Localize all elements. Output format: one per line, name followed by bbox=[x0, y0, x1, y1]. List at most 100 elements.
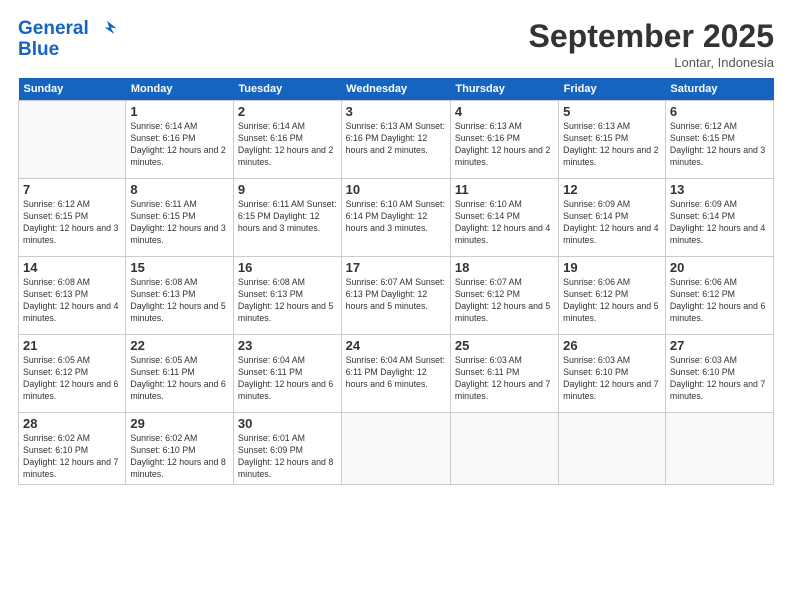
day-number: 22 bbox=[130, 338, 229, 353]
day-number: 4 bbox=[455, 104, 554, 119]
location: Lontar, Indonesia bbox=[529, 55, 774, 70]
day-number: 16 bbox=[238, 260, 337, 275]
day-number: 12 bbox=[563, 182, 661, 197]
day-info: Sunrise: 6:05 AM Sunset: 6:12 PM Dayligh… bbox=[23, 355, 121, 403]
column-header-sunday: Sunday bbox=[19, 78, 126, 101]
day-info: Sunrise: 6:10 AM Sunset: 6:14 PM Dayligh… bbox=[346, 199, 446, 235]
calendar-cell: 6 Sunrise: 6:12 AM Sunset: 6:15 PM Daylig… bbox=[665, 101, 773, 179]
week-row-1: 1 Sunrise: 6:14 AM Sunset: 6:16 PM Daylig… bbox=[19, 101, 774, 179]
day-number: 24 bbox=[346, 338, 446, 353]
day-number: 17 bbox=[346, 260, 446, 275]
week-row-2: 7 Sunrise: 6:12 AM Sunset: 6:15 PM Daylig… bbox=[19, 179, 774, 257]
day-info: Sunrise: 6:07 AM Sunset: 6:12 PM Dayligh… bbox=[455, 277, 554, 325]
column-header-tuesday: Tuesday bbox=[233, 78, 341, 101]
page-header: General Blue September 2025 Lontar, Indo… bbox=[18, 18, 774, 70]
day-info: Sunrise: 6:01 AM Sunset: 6:09 PM Dayligh… bbox=[238, 433, 337, 481]
calendar-cell: 16 Sunrise: 6:08 AM Sunset: 6:13 PM Dayli… bbox=[233, 257, 341, 335]
day-info: Sunrise: 6:04 AM Sunset: 6:11 PM Dayligh… bbox=[238, 355, 337, 403]
calendar-cell: 21 Sunrise: 6:05 AM Sunset: 6:12 PM Dayli… bbox=[19, 335, 126, 413]
logo-bird-icon bbox=[96, 18, 118, 40]
day-info: Sunrise: 6:03 AM Sunset: 6:10 PM Dayligh… bbox=[563, 355, 661, 403]
day-number: 20 bbox=[670, 260, 769, 275]
day-number: 29 bbox=[130, 416, 229, 431]
calendar-cell: 27 Sunrise: 6:03 AM Sunset: 6:10 PM Dayli… bbox=[665, 335, 773, 413]
day-number: 28 bbox=[23, 416, 121, 431]
calendar-cell: 11Sunrise: 6:10 AM Sunset: 6:14 PM Dayli… bbox=[450, 179, 558, 257]
calendar-cell: 17 Sunrise: 6:07 AM Sunset: 6:13 PM Dayli… bbox=[341, 257, 450, 335]
day-number: 18 bbox=[455, 260, 554, 275]
day-info: Sunrise: 6:08 AM Sunset: 6:13 PM Dayligh… bbox=[23, 277, 121, 325]
day-info: Sunrise: 6:14 AM Sunset: 6:16 PM Dayligh… bbox=[130, 121, 229, 169]
day-number: 9 bbox=[238, 182, 337, 197]
calendar-cell bbox=[450, 413, 558, 485]
day-info: Sunrise: 6:04 AM Sunset: 6:11 PM Dayligh… bbox=[346, 355, 446, 391]
day-info: Sunrise: 6:13 AM Sunset: 6:15 PM Dayligh… bbox=[563, 121, 661, 169]
day-number: 23 bbox=[238, 338, 337, 353]
day-number: 30 bbox=[238, 416, 337, 431]
header-row: SundayMondayTuesdayWednesdayThursdayFrid… bbox=[19, 78, 774, 101]
day-number: 10 bbox=[346, 182, 446, 197]
day-number: 14 bbox=[23, 260, 121, 275]
calendar-cell: 9 Sunrise: 6:11 AM Sunset: 6:15 PM Daylig… bbox=[233, 179, 341, 257]
column-header-thursday: Thursday bbox=[450, 78, 558, 101]
day-number: 21 bbox=[23, 338, 121, 353]
calendar-cell: 24 Sunrise: 6:04 AM Sunset: 6:11 PM Dayli… bbox=[341, 335, 450, 413]
calendar-cell: 15 Sunrise: 6:08 AM Sunset: 6:13 PM Dayli… bbox=[126, 257, 234, 335]
day-info: Sunrise: 6:08 AM Sunset: 6:13 PM Dayligh… bbox=[238, 277, 337, 325]
calendar-cell bbox=[19, 101, 126, 179]
day-info: Sunrise: 6:09 AM Sunset: 6:14 PM Dayligh… bbox=[670, 199, 769, 247]
day-info: Sunrise: 6:08 AM Sunset: 6:13 PM Dayligh… bbox=[130, 277, 229, 325]
day-number: 7 bbox=[23, 182, 121, 197]
day-number: 1 bbox=[130, 104, 229, 119]
day-number: 15 bbox=[130, 260, 229, 275]
week-row-4: 21 Sunrise: 6:05 AM Sunset: 6:12 PM Dayli… bbox=[19, 335, 774, 413]
calendar-cell: 23 Sunrise: 6:04 AM Sunset: 6:11 PM Dayli… bbox=[233, 335, 341, 413]
column-header-saturday: Saturday bbox=[665, 78, 773, 101]
day-info: Sunrise: 6:13 AM Sunset: 6:16 PM Dayligh… bbox=[346, 121, 446, 157]
calendar-cell: 10 Sunrise: 6:10 AM Sunset: 6:14 PM Dayli… bbox=[341, 179, 450, 257]
week-row-3: 14 Sunrise: 6:08 AM Sunset: 6:13 PM Dayli… bbox=[19, 257, 774, 335]
day-info: Sunrise: 6:05 AM Sunset: 6:11 PM Dayligh… bbox=[130, 355, 229, 403]
day-info: Sunrise: 6:12 AM Sunset: 6:15 PM Dayligh… bbox=[670, 121, 769, 169]
day-number: 5 bbox=[563, 104, 661, 119]
day-info: Sunrise: 6:03 AM Sunset: 6:11 PM Dayligh… bbox=[455, 355, 554, 403]
day-info: Sunrise: 6:06 AM Sunset: 6:12 PM Dayligh… bbox=[670, 277, 769, 325]
calendar-cell: 8Sunrise: 6:11 AM Sunset: 6:15 PM Daylig… bbox=[126, 179, 234, 257]
day-number: 6 bbox=[670, 104, 769, 119]
week-row-5: 28 Sunrise: 6:02 AM Sunset: 6:10 PM Dayli… bbox=[19, 413, 774, 485]
day-number: 27 bbox=[670, 338, 769, 353]
day-info: Sunrise: 6:07 AM Sunset: 6:13 PM Dayligh… bbox=[346, 277, 446, 313]
day-info: Sunrise: 6:12 AM Sunset: 6:15 PM Dayligh… bbox=[23, 199, 121, 247]
calendar-cell: 3 Sunrise: 6:13 AM Sunset: 6:16 PM Daylig… bbox=[341, 101, 450, 179]
calendar-cell: 4Sunrise: 6:13 AM Sunset: 6:16 PM Daylig… bbox=[450, 101, 558, 179]
logo: General Blue bbox=[18, 18, 118, 61]
month-title: September 2025 bbox=[529, 18, 774, 55]
title-section: September 2025 Lontar, Indonesia bbox=[529, 18, 774, 70]
column-header-wednesday: Wednesday bbox=[341, 78, 450, 101]
calendar-cell: 30 Sunrise: 6:01 AM Sunset: 6:09 PM Dayli… bbox=[233, 413, 341, 485]
calendar-cell: 7 Sunrise: 6:12 AM Sunset: 6:15 PM Daylig… bbox=[19, 179, 126, 257]
day-info: Sunrise: 6:02 AM Sunset: 6:10 PM Dayligh… bbox=[130, 433, 229, 481]
day-number: 8 bbox=[130, 182, 229, 197]
calendar-cell bbox=[665, 413, 773, 485]
calendar-cell: 22 Sunrise: 6:05 AM Sunset: 6:11 PM Dayli… bbox=[126, 335, 234, 413]
logo-general: General bbox=[18, 18, 89, 39]
day-number: 11 bbox=[455, 182, 554, 197]
day-info: Sunrise: 6:14 AM Sunset: 6:16 PM Dayligh… bbox=[238, 121, 337, 169]
calendar-cell: 18 Sunrise: 6:07 AM Sunset: 6:12 PM Dayli… bbox=[450, 257, 558, 335]
calendar-cell: 14 Sunrise: 6:08 AM Sunset: 6:13 PM Dayli… bbox=[19, 257, 126, 335]
calendar-cell bbox=[559, 413, 666, 485]
day-info: Sunrise: 6:06 AM Sunset: 6:12 PM Dayligh… bbox=[563, 277, 661, 325]
calendar-cell: 13Sunrise: 6:09 AM Sunset: 6:14 PM Dayli… bbox=[665, 179, 773, 257]
column-header-friday: Friday bbox=[559, 78, 666, 101]
day-info: Sunrise: 6:03 AM Sunset: 6:10 PM Dayligh… bbox=[670, 355, 769, 403]
day-number: 25 bbox=[455, 338, 554, 353]
calendar-cell: 5 Sunrise: 6:13 AM Sunset: 6:15 PM Daylig… bbox=[559, 101, 666, 179]
logo-blue: Blue bbox=[18, 40, 118, 61]
calendar-cell: 29 Sunrise: 6:02 AM Sunset: 6:10 PM Dayli… bbox=[126, 413, 234, 485]
calendar-cell: 25 Sunrise: 6:03 AM Sunset: 6:11 PM Dayli… bbox=[450, 335, 558, 413]
column-header-monday: Monday bbox=[126, 78, 234, 101]
day-info: Sunrise: 6:11 AM Sunset: 6:15 PM Dayligh… bbox=[238, 199, 337, 235]
calendar-cell: 20 Sunrise: 6:06 AM Sunset: 6:12 PM Dayli… bbox=[665, 257, 773, 335]
day-number: 3 bbox=[346, 104, 446, 119]
